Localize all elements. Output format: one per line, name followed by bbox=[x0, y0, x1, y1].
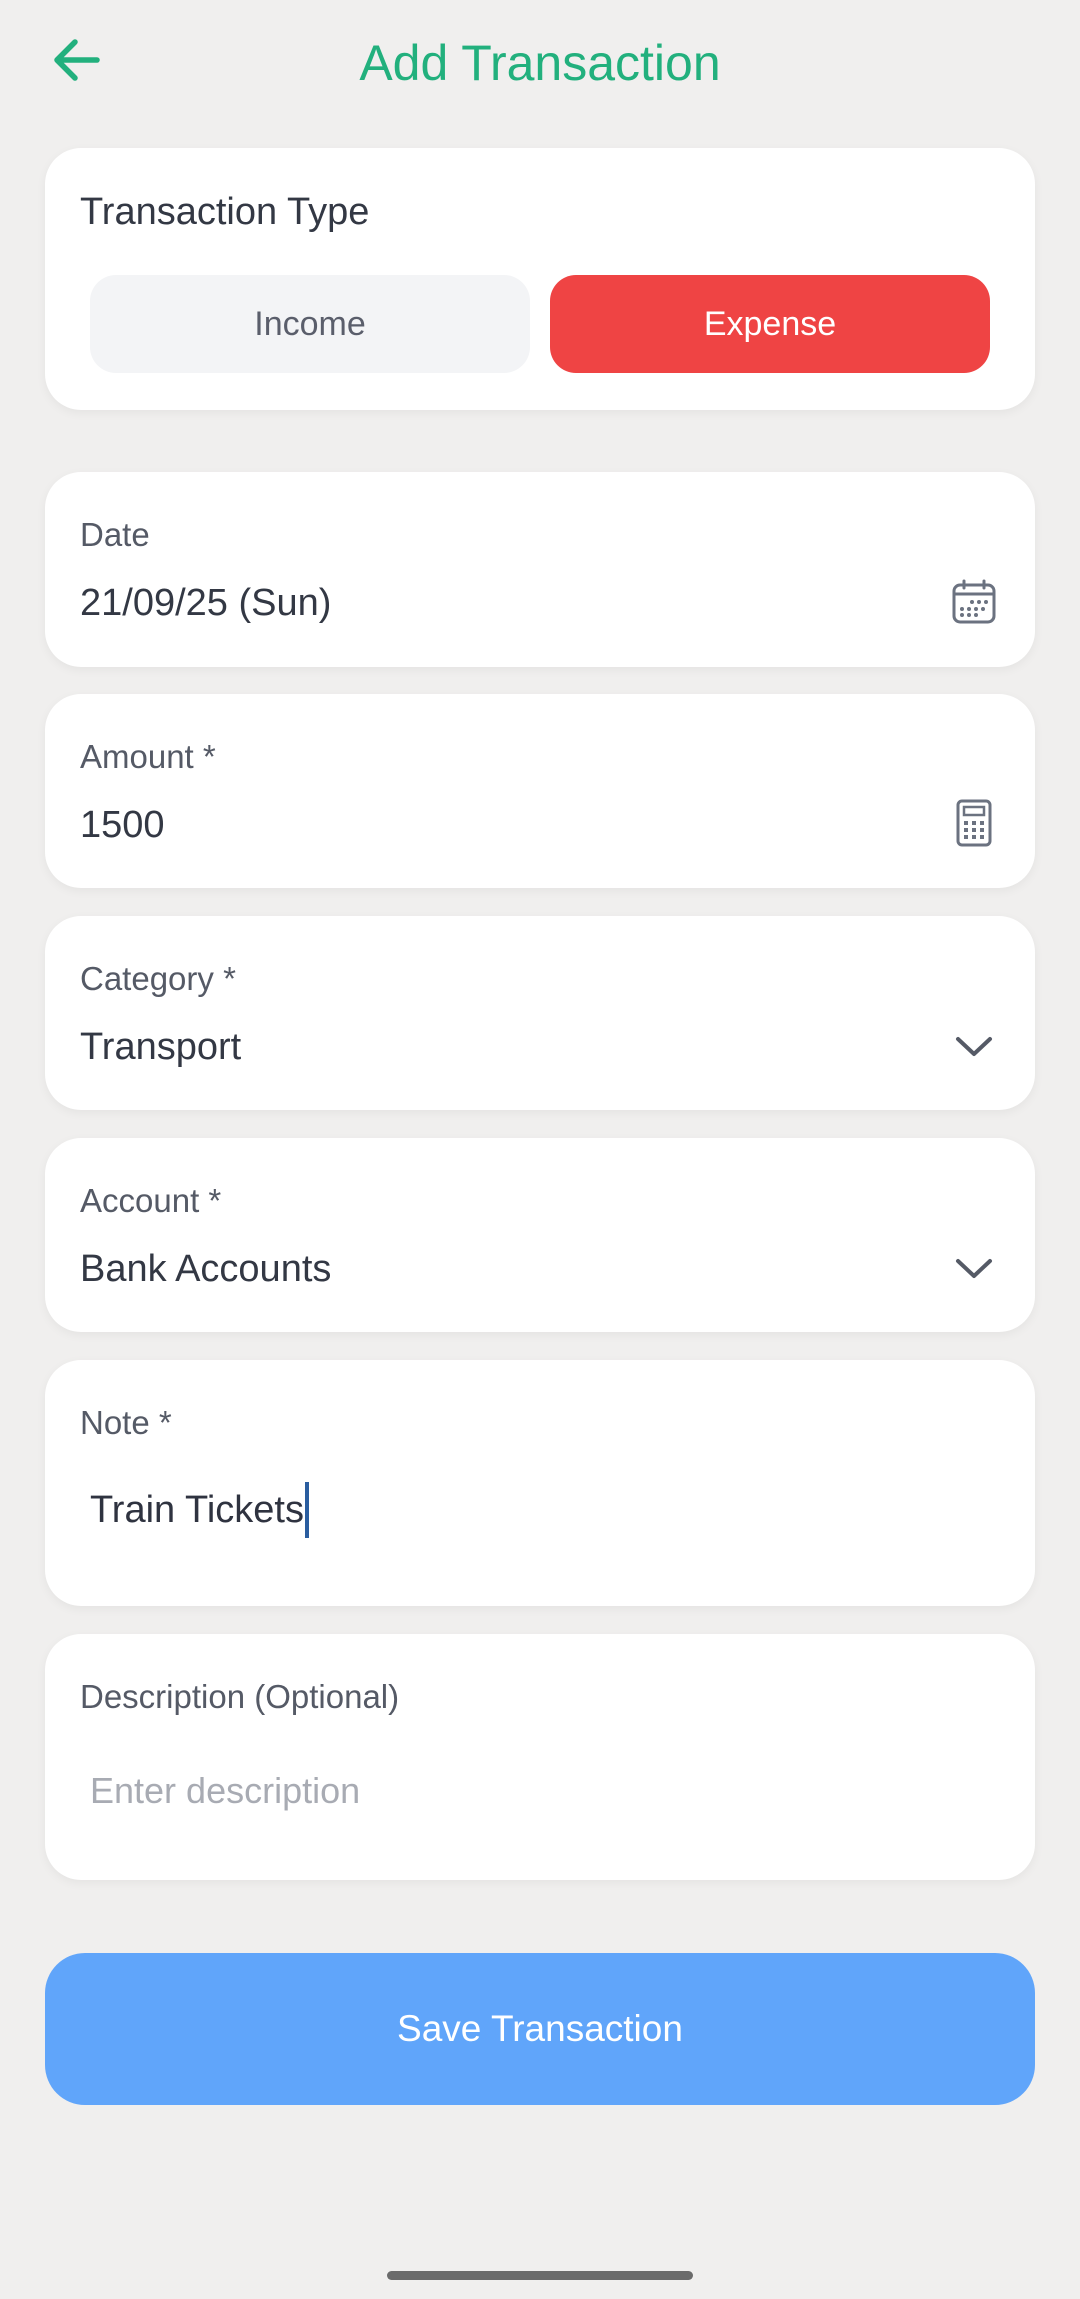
amount-value: 1500 bbox=[80, 804, 165, 846]
transaction-type-card: Transaction Type Income Expense bbox=[45, 148, 1035, 410]
amount-field[interactable]: Amount * 1500 bbox=[45, 694, 1035, 888]
note-label: Note * bbox=[80, 1404, 172, 1441]
home-indicator[interactable] bbox=[387, 2271, 693, 2280]
date-label: Date bbox=[80, 516, 150, 553]
date-field[interactable]: Date 21/09/25 (Sun) bbox=[45, 472, 1035, 667]
page-title: Add Transaction bbox=[359, 35, 721, 91]
description-field: Description (Optional) Enter description bbox=[45, 1634, 1035, 1880]
date-value: 21/09/25 (Sun) bbox=[80, 582, 332, 624]
transaction-type-title: Transaction Type bbox=[80, 191, 370, 233]
chevron-down-icon[interactable] bbox=[949, 1244, 999, 1294]
note-input[interactable]: Train Tickets bbox=[90, 1480, 309, 1540]
account-value: Bank Accounts bbox=[80, 1248, 332, 1290]
note-input-text: Train Tickets bbox=[90, 1488, 304, 1531]
note-field: Note * Train Tickets bbox=[45, 1360, 1035, 1606]
description-label: Description (Optional) bbox=[80, 1678, 400, 1715]
category-value: Transport bbox=[80, 1026, 242, 1068]
account-label: Account * bbox=[80, 1182, 222, 1219]
description-input[interactable]: Enter description bbox=[90, 1770, 360, 1812]
account-select[interactable]: Account * Bank Accounts bbox=[45, 1138, 1035, 1332]
text-cursor bbox=[304, 1482, 309, 1538]
category-label: Category * bbox=[80, 960, 236, 997]
calculator-icon[interactable] bbox=[949, 798, 999, 848]
calendar-icon[interactable] bbox=[949, 577, 999, 627]
add-transaction-screen: Add Transaction Transaction Type Income … bbox=[0, 0, 1080, 2299]
income-button[interactable]: Income bbox=[90, 275, 530, 373]
save-transaction-button[interactable]: Save Transaction bbox=[45, 1953, 1035, 2105]
amount-label: Amount * bbox=[80, 738, 216, 775]
chevron-down-icon[interactable] bbox=[949, 1022, 999, 1072]
category-select[interactable]: Category * Transport bbox=[45, 916, 1035, 1110]
header: Add Transaction bbox=[0, 0, 1080, 130]
expense-button[interactable]: Expense bbox=[550, 275, 990, 373]
